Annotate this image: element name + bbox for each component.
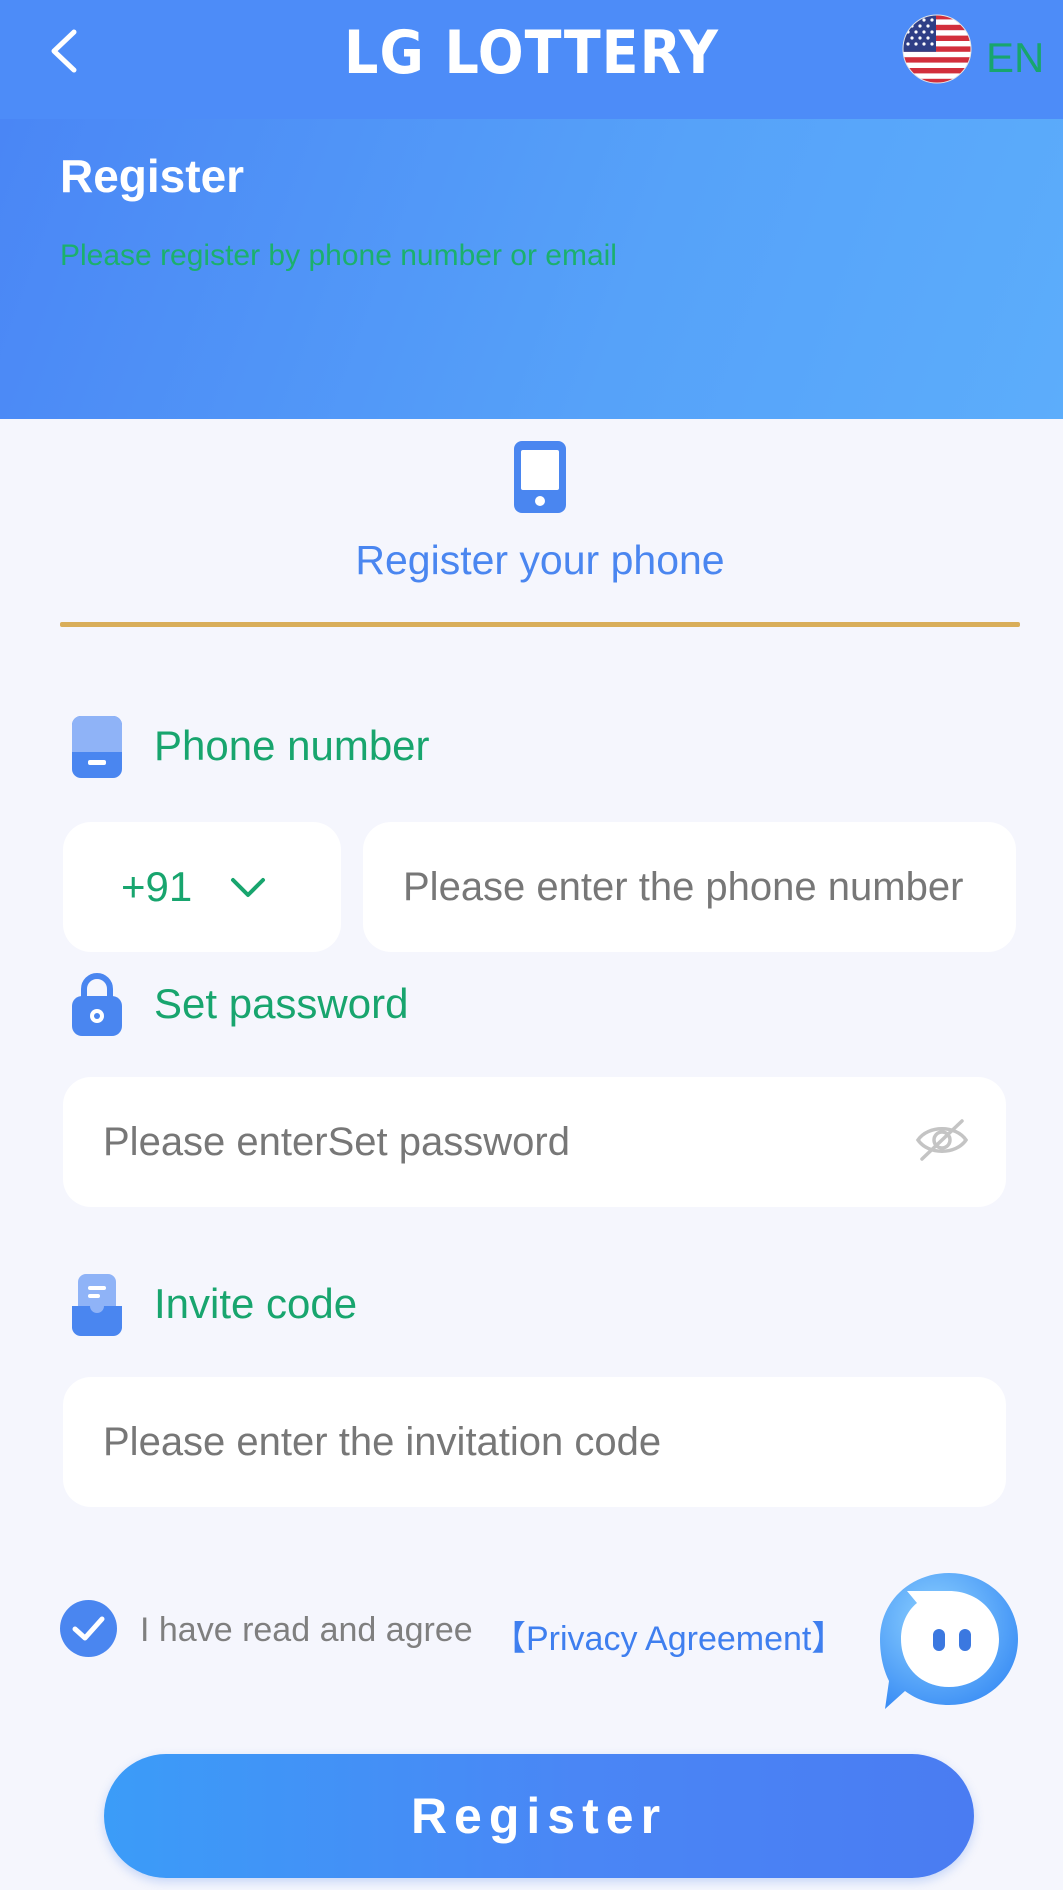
invite-code-input[interactable]	[103, 1377, 963, 1507]
language-label: EN	[986, 34, 1045, 81]
password-input-box	[63, 1077, 1006, 1207]
country-code-value: +91	[121, 863, 193, 910]
phone-field-icon	[72, 716, 122, 778]
phone-number-label-text: Phone number	[154, 722, 430, 769]
password-input[interactable]	[103, 1077, 883, 1207]
tab-label: Register your phone	[355, 537, 725, 583]
privacy-agreement-row: I have read and agree 【Privacy Agreement…	[60, 1600, 860, 1660]
tab-register-phone[interactable]: Register your phone	[60, 437, 1020, 629]
agree-text: I have read and agree	[140, 1611, 473, 1649]
tab-active-indicator	[60, 622, 1020, 627]
page-title: Register	[60, 150, 245, 202]
app-header: LG LOTTERY EN	[0, 0, 1063, 119]
invite-input-box	[63, 1377, 1006, 1507]
register-banner: Register Please register by phone number…	[0, 119, 1063, 419]
smartphone-icon	[514, 441, 566, 513]
us-flag-icon	[902, 14, 972, 84]
privacy-agreement-link[interactable]: 【Privacy Agreement】	[492, 1611, 845, 1660]
checkmark-icon	[72, 1616, 105, 1641]
customer-service-chat-icon[interactable]	[877, 1569, 1022, 1714]
page-subtitle: Please register by phone number or email	[60, 239, 617, 272]
country-code-select[interactable]: +91	[63, 822, 341, 952]
language-selector[interactable]: EN	[902, 14, 1062, 86]
agree-checkbox[interactable]	[60, 1600, 117, 1657]
eye-off-icon[interactable]	[914, 1115, 970, 1165]
lock-icon	[72, 973, 122, 1036]
invite-code-label-text: Invite code	[154, 1280, 358, 1327]
invite-code-icon	[72, 1274, 122, 1337]
register-button[interactable]: Register	[104, 1754, 974, 1878]
chevron-down-icon	[231, 878, 265, 897]
phone-input-box	[363, 822, 1016, 952]
set-password-label-text: Set password	[154, 980, 409, 1027]
phone-number-input[interactable]	[403, 822, 978, 952]
